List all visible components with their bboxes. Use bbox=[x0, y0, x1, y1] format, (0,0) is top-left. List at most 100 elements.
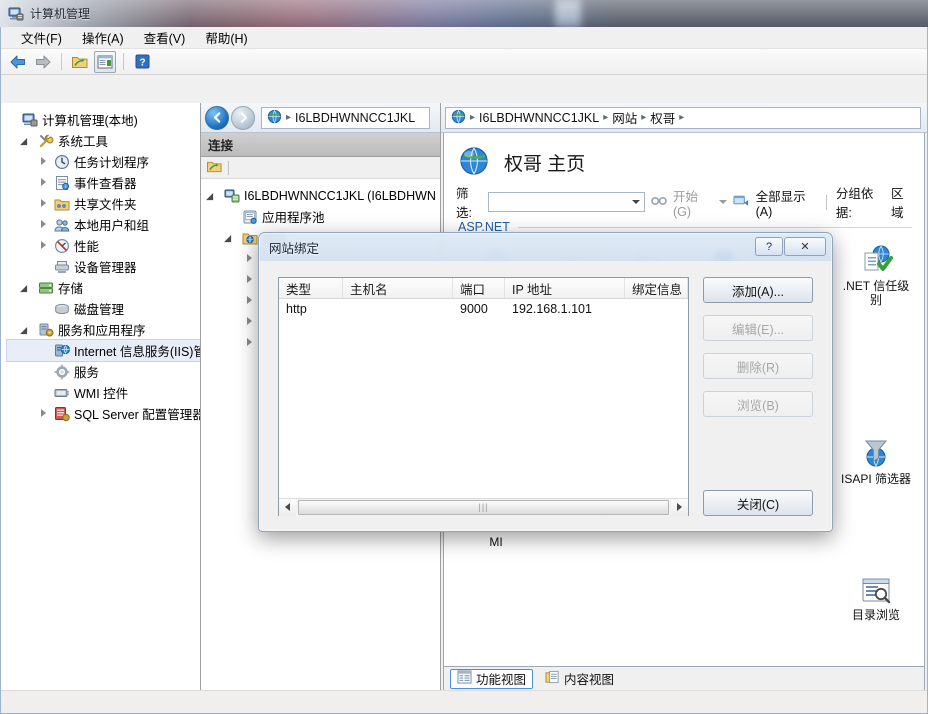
bindings-column-header-3[interactable]: IP 地址 bbox=[505, 278, 625, 298]
scroll-track[interactable]: ||| bbox=[296, 498, 671, 516]
isapi-filters-feature[interactable]: ISAPI 筛选器 bbox=[838, 433, 914, 497]
menu-help[interactable]: 帮助(H) bbox=[195, 26, 257, 49]
tree-item-label: 共享文件夹 bbox=[74, 198, 137, 212]
connect-to-icon[interactable] bbox=[206, 159, 223, 177]
bindings-column-header-4[interactable]: 绑定信息 bbox=[625, 278, 688, 298]
close-icon[interactable]: ✕ bbox=[784, 237, 826, 256]
tree-expander-closed-icon[interactable] bbox=[39, 198, 50, 209]
bindings-list-header[interactable]: 类型 主机名 端口 IP 地址 绑定信息 bbox=[279, 278, 688, 299]
scroll-thumb[interactable]: ||| bbox=[298, 499, 669, 515]
tree-expander-closed-icon[interactable] bbox=[39, 219, 50, 230]
start-filter-icon[interactable] bbox=[651, 194, 667, 211]
tree-expander-open-icon[interactable] bbox=[227, 232, 238, 243]
tree-item-0[interactable]: 计算机管理(本地) bbox=[7, 109, 200, 130]
filter-input[interactable] bbox=[488, 192, 645, 212]
scroll-right-arrow-icon[interactable] bbox=[671, 498, 688, 516]
show-all-icon[interactable] bbox=[733, 194, 750, 211]
menu-view[interactable]: 查看(V) bbox=[134, 26, 196, 49]
group-by-value[interactable]: 区域 bbox=[891, 183, 914, 221]
breadcrumb-item-sites[interactable]: 网站 bbox=[612, 108, 637, 127]
tree-expander-closed-icon[interactable] bbox=[245, 316, 256, 327]
nav-forward-icon[interactable] bbox=[231, 105, 255, 130]
services-applications-icon bbox=[38, 322, 54, 338]
bindings-cell-2: 9000 bbox=[460, 302, 488, 316]
iis-navigation-bar: ▸ I6LBDHWNNCC1JKL bbox=[201, 103, 440, 133]
forward-icon[interactable] bbox=[32, 51, 54, 73]
help-icon[interactable]: ? bbox=[131, 51, 153, 73]
tree-expander-closed-icon[interactable] bbox=[245, 274, 256, 285]
directory-browsing-feature[interactable]: 目录浏览 bbox=[838, 573, 914, 637]
tree-expander-closed-icon[interactable] bbox=[39, 408, 50, 419]
page-title: 权哥 主页 bbox=[504, 154, 586, 175]
tree-item-11[interactable]: Internet 信息服务(IIS)管 bbox=[6, 339, 200, 362]
features-view-tab[interactable]: 功能视图 bbox=[450, 668, 534, 689]
tree-expander-open-icon[interactable] bbox=[23, 282, 34, 293]
tree-item-6[interactable]: 性能 bbox=[7, 235, 200, 256]
event-viewer-icon: i bbox=[54, 175, 70, 191]
breadcrumb-item-site[interactable]: 权哥 bbox=[650, 108, 675, 127]
show-hide-console-tree-icon[interactable] bbox=[69, 51, 91, 73]
bindings-list-hscroll[interactable]: ||| bbox=[279, 498, 688, 516]
tree-item-8[interactable]: 存储 bbox=[7, 277, 200, 298]
start-button[interactable]: 开始(G) bbox=[673, 186, 713, 219]
bindings-listview[interactable]: 类型 主机名 端口 IP 地址 绑定信息 http 9000 192.168.1.101 |… bbox=[278, 277, 689, 516]
tree-expander-open-icon[interactable] bbox=[23, 324, 34, 335]
tree-item-9[interactable]: 磁盘管理 bbox=[7, 298, 200, 319]
tree-expander-closed-icon[interactable] bbox=[39, 156, 50, 167]
show-all-button[interactable]: 全部显示(A) bbox=[756, 186, 817, 219]
back-icon[interactable] bbox=[7, 51, 29, 73]
tree-item-2[interactable]: 任务计划程序 bbox=[7, 151, 200, 172]
connection-tree-item-label: 应用程序池 bbox=[262, 211, 325, 225]
tree-item-10[interactable]: 服务和应用程序 bbox=[7, 319, 200, 340]
crumb-separator: ▸ bbox=[603, 112, 609, 123]
bindings-list-body[interactable]: http 9000 192.168.1.101 bbox=[279, 299, 688, 498]
dialog-close-button[interactable]: 关闭(C) bbox=[703, 490, 813, 516]
breadcrumb[interactable]: ▸ I6LBDHWNNCC1JKL ▸ 网站 ▸ 权哥 ▸ bbox=[445, 106, 921, 129]
breadcrumb-item-server[interactable]: I6LBDHWNNCC1JKL bbox=[479, 111, 599, 125]
tree-expander-open-icon[interactable] bbox=[23, 135, 34, 146]
bindings-column-header-2[interactable]: 端口 bbox=[453, 278, 505, 298]
bindings-column-header-1[interactable]: 主机名 bbox=[343, 278, 453, 298]
tree-item-14[interactable]: SQL Server 配置管理器 bbox=[7, 403, 200, 424]
tree-expander-closed-icon[interactable] bbox=[39, 240, 50, 251]
filter-bar: 筛选: 开始(G) 全部显示(A) 分组依据: 区域 bbox=[456, 187, 914, 220]
tree-item-4[interactable]: 共享文件夹 bbox=[7, 193, 200, 214]
help-button[interactable]: ? bbox=[755, 237, 783, 256]
bindings-row[interactable]: http 9000 192.168.1.101 bbox=[279, 299, 688, 319]
scroll-left-arrow-icon[interactable] bbox=[279, 498, 296, 516]
properties-icon[interactable] bbox=[94, 50, 116, 73]
tree-expander-placeholder bbox=[7, 114, 18, 125]
tree-expander-closed-icon[interactable] bbox=[245, 295, 256, 306]
tree-expander-closed-icon[interactable] bbox=[39, 177, 50, 188]
connection-tree-item-0[interactable]: I6LBDHWNNCC1JKL (I6LBDHWN bbox=[209, 185, 440, 206]
content-view-tab[interactable]: 内容视图 bbox=[539, 669, 620, 689]
tree-item-label: 磁盘管理 bbox=[74, 303, 125, 317]
tree-item-12[interactable]: 服务 bbox=[7, 361, 200, 382]
tree-item-7[interactable]: 设备管理器 bbox=[7, 256, 200, 277]
features-view-icon bbox=[457, 670, 472, 687]
add-button[interactable]: 添加(A)... bbox=[703, 277, 813, 303]
console-tree[interactable]: 计算机管理(本地) 系统工具 任务计划程序 i 事件查看器共享文件夹本地用户和组 性能 设备… bbox=[1, 103, 200, 424]
tree-item-5[interactable]: 本地用户和组 bbox=[7, 214, 200, 235]
tree-item-1[interactable]: 系统工具 bbox=[7, 130, 200, 151]
iis-icon-label: MI bbox=[489, 535, 503, 549]
chevron-down-icon[interactable] bbox=[718, 200, 727, 204]
iis-address-bar[interactable]: ▸ I6LBDHWNNCC1JKL bbox=[261, 106, 430, 129]
nav-back-icon[interactable] bbox=[205, 105, 229, 130]
device-manager-icon bbox=[54, 259, 70, 275]
toolbar: ? bbox=[1, 49, 927, 75]
tree-expander-open-icon[interactable] bbox=[209, 190, 220, 201]
tree-item-3[interactable]: i 事件查看器 bbox=[7, 172, 200, 193]
iis-address-root: I6LBDHWNNCC1JKL bbox=[295, 110, 416, 125]
connection-tree-item-1[interactable]: 应用程序池 bbox=[209, 206, 440, 227]
net-trust-levels-feature[interactable]: .NET 信任级别 bbox=[838, 240, 914, 307]
request-filtering-feature[interactable]: 请 bbox=[458, 637, 534, 666]
tree-item-13[interactable]: WMI 控件 bbox=[7, 382, 200, 403]
menu-action[interactable]: 操作(A) bbox=[72, 26, 134, 49]
menu-file[interactable]: 文件(F) bbox=[11, 26, 72, 49]
tree-expander-closed-icon[interactable] bbox=[245, 337, 256, 348]
chevron-down-icon[interactable] bbox=[631, 200, 640, 204]
tree-expander-closed-icon[interactable] bbox=[245, 253, 256, 264]
console-tree-pane: 计算机管理(本地) 系统工具 任务计划程序 i 事件查看器共享文件夹本地用户和组 性能 设备… bbox=[1, 103, 201, 713]
bindings-column-header-0[interactable]: 类型 bbox=[279, 278, 343, 298]
